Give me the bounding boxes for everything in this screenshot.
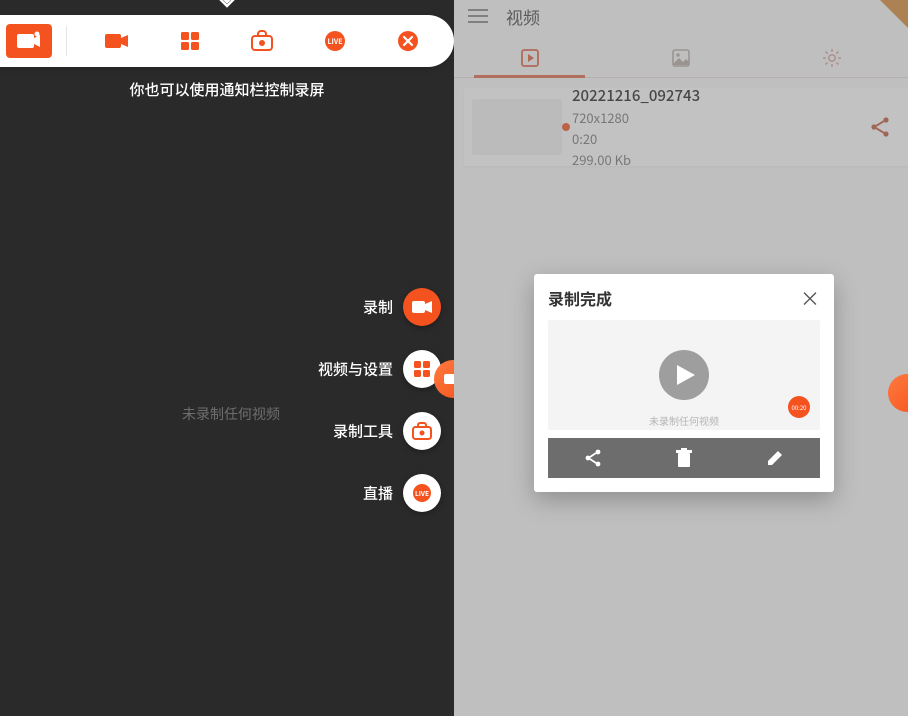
fab-column: 录制 视频与设置 录制工具 直播 LIVE — [403, 288, 441, 512]
notch-indicator-icon — [215, 0, 239, 8]
video-size: 299.00 Kb — [572, 150, 856, 169]
page-title: 视频 — [506, 4, 540, 29]
app-icon[interactable] — [6, 24, 52, 58]
rec-dot-icon — [562, 123, 570, 131]
video-name: 20221216_092743 — [572, 85, 856, 106]
header: 视频 — [454, 0, 908, 32]
record-icon[interactable] — [103, 27, 131, 55]
svg-text:LIVE: LIVE — [415, 488, 429, 498]
recording-complete-dialog: 录制完成 × 00:20 未录制任何视频 — [534, 274, 834, 492]
top-toolbar: LIVE — [0, 15, 454, 67]
video-duration: 0:20 — [572, 129, 856, 148]
share-button[interactable] — [866, 116, 894, 138]
hamburger-icon[interactable] — [468, 9, 488, 23]
trash-icon — [675, 448, 693, 468]
tabs — [454, 38, 908, 78]
dialog-edit-button[interactable] — [729, 438, 820, 478]
preview-subtext: 未录制任何视频 — [649, 413, 719, 428]
svg-text:LIVE: LIVE — [328, 37, 343, 47]
fab-record-label: 录制 — [363, 297, 393, 318]
dialog-close-button[interactable]: × — [800, 288, 820, 308]
live-icon[interactable]: LIVE — [321, 27, 349, 55]
video-tab-icon — [521, 49, 539, 67]
apps-grid-icon[interactable] — [176, 27, 204, 55]
dialog-actions — [548, 438, 820, 478]
share-icon — [583, 448, 603, 468]
toolbox-icon[interactable] — [248, 27, 276, 55]
rec-time-badge: 00:20 — [788, 396, 810, 418]
tab-video[interactable] — [454, 38, 605, 77]
dialog-preview[interactable]: 00:20 未录制任何视频 — [548, 320, 820, 430]
image-tab-icon — [672, 49, 690, 67]
fab-live-label: 直播 — [363, 483, 393, 504]
close-icon[interactable] — [394, 27, 422, 55]
tools-button[interactable] — [403, 412, 441, 450]
record-button[interactable] — [403, 288, 441, 326]
pencil-icon — [766, 449, 784, 467]
hint-text: 你也可以使用通知栏控制录屏 — [0, 79, 454, 100]
right-screen: 视频 20221216_092743 720x1280 0:20 299.00 … — [454, 0, 908, 716]
share-icon — [870, 116, 890, 138]
play-icon[interactable] — [659, 350, 709, 400]
fab-settings-label: 视频与设置 — [318, 359, 393, 380]
dialog-title: 录制完成 — [548, 286, 612, 310]
edge-recorder-fab[interactable] — [888, 374, 908, 412]
fab-tools-label: 录制工具 — [333, 421, 393, 442]
live-button[interactable]: LIVE — [403, 474, 441, 512]
dialog-share-button[interactable] — [548, 438, 639, 478]
divider — [66, 26, 67, 56]
tab-image[interactable] — [605, 38, 756, 77]
dialog-delete-button[interactable] — [639, 438, 730, 478]
video-resolution: 720x1280 — [572, 108, 856, 127]
video-list-item[interactable]: 20221216_092743 720x1280 0:20 299.00 Kb — [464, 88, 908, 166]
empty-state-text: 未录制任何视频 — [0, 404, 280, 424]
tab-settings[interactable] — [757, 38, 908, 77]
gear-icon — [822, 48, 842, 68]
left-screen: LIVE 你也可以使用通知栏控制录屏 未录制任何视频 录制 视频与设置 — [0, 0, 454, 716]
video-thumbnail — [472, 99, 562, 155]
